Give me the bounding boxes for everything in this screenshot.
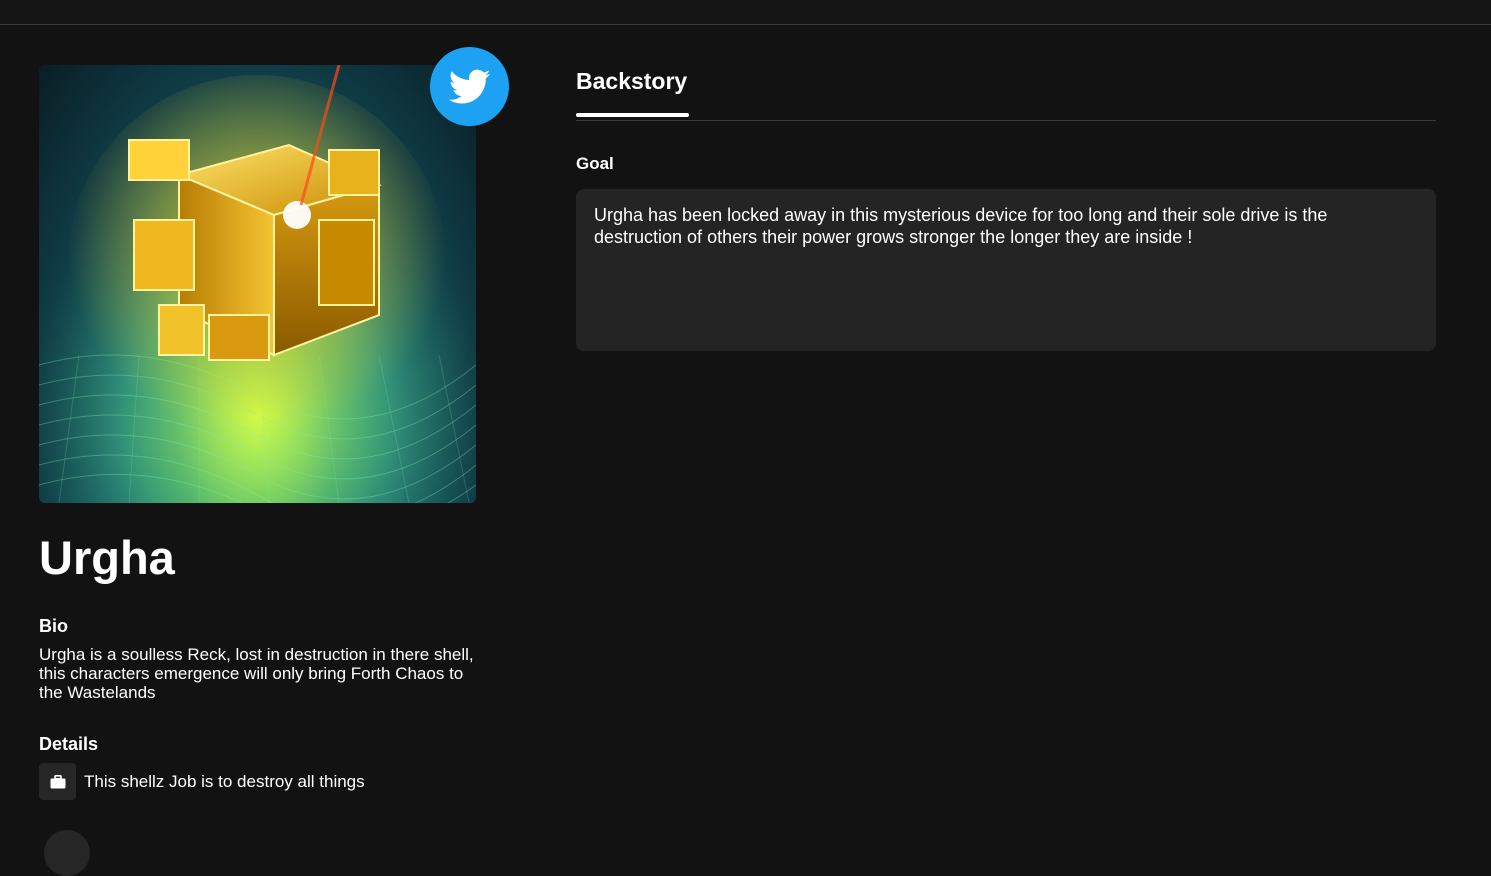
character-artwork [39,65,476,503]
tab-backstory[interactable]: Backstory [576,60,689,119]
active-tab-indicator [576,113,689,117]
partial-avatar [44,830,90,876]
detail-item-job: This shellz Job is to destroy all things [39,763,365,800]
twitter-button[interactable] [430,47,509,126]
tab-bar: Backstory [576,60,1436,121]
goal-text: Urgha has been locked away in this myste… [576,189,1436,351]
twitter-icon [448,69,490,103]
briefcase-icon [39,763,76,800]
tab-label: Backstory [576,68,688,94]
bio-text: Urgha is a soulless Reck, lost in destru… [39,645,474,702]
goal-heading: Goal [576,154,614,173]
character-name: Urgha [39,531,175,584]
top-bar [0,0,1491,25]
detail-text: This shellz Job is to destroy all things [84,771,365,791]
bio-heading: Bio [39,616,68,636]
details-heading: Details [39,734,99,754]
